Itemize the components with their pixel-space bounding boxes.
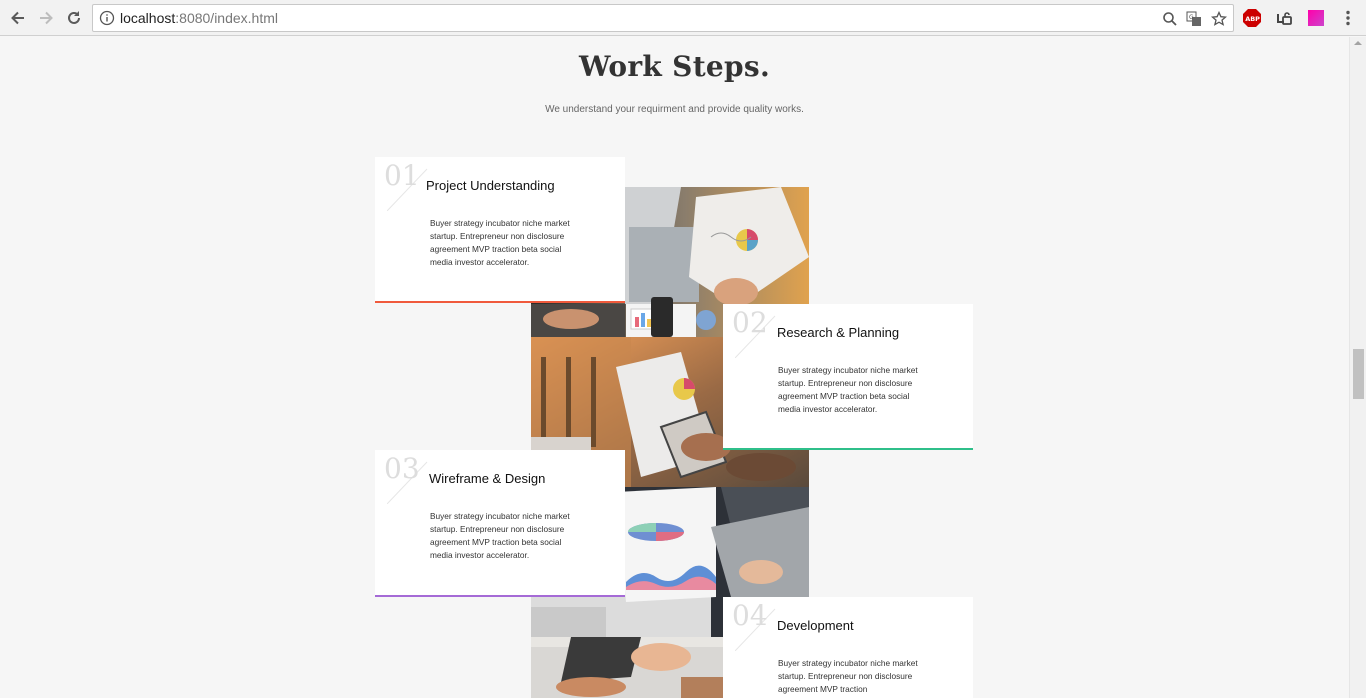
abp-icon[interactable]: ABP	[1241, 7, 1263, 29]
svg-text:G: G	[1189, 14, 1194, 21]
vk-icon[interactable]	[1273, 7, 1295, 29]
zoom-icon[interactable]	[1161, 10, 1179, 28]
url-host: localhost	[120, 10, 176, 26]
step-card-02: 02 Research & Planning Buyer strategy in…	[723, 304, 973, 450]
photo-hands-laptop	[531, 637, 723, 698]
step-card-04: 04 Development Buyer strategy incubator …	[723, 597, 973, 698]
color-picker-icon[interactable]	[1305, 7, 1327, 29]
page-scrollbar[interactable]	[1349, 37, 1366, 698]
step-title: Development	[777, 618, 854, 633]
step-description: Buyer strategy incubator niche market st…	[778, 365, 918, 414]
step-description: Buyer strategy incubator niche market st…	[430, 218, 570, 267]
step-accent-bar	[375, 595, 625, 597]
scroll-thumb[interactable]	[1353, 349, 1364, 399]
step-accent-bar	[375, 301, 625, 303]
step-number: 01	[384, 159, 420, 192]
step-number: 02	[732, 306, 768, 339]
section-subtitle: We understand your requirment and provid…	[545, 104, 804, 115]
url-text[interactable]: localhost:8080/index.html	[120, 10, 278, 26]
step-description: Buyer strategy incubator niche market st…	[778, 658, 918, 694]
scroll-up-arrow-icon[interactable]	[1354, 41, 1362, 45]
reload-icon[interactable]	[62, 6, 86, 30]
section-title: Work Steps.	[578, 50, 771, 83]
step-number: 04	[732, 599, 768, 632]
back-arrow-icon[interactable]	[6, 6, 30, 30]
step-accent-bar	[723, 448, 973, 450]
url-path: :8080/index.html	[175, 10, 278, 26]
step-title: Wireframe & Design	[429, 471, 546, 486]
browser-toolbar: localhost:8080/index.html G ABP	[0, 0, 1366, 36]
step-number: 03	[384, 452, 420, 485]
step-description: Buyer strategy incubator niche market st…	[430, 511, 570, 560]
address-bar[interactable]: localhost:8080/index.html G	[92, 4, 1234, 32]
step-card-01: 01 Project Understanding Buyer strategy …	[375, 157, 625, 303]
menu-dots-icon[interactable]	[1337, 7, 1359, 29]
step-title: Project Understanding	[426, 178, 555, 193]
step-card-03: 03 Wireframe & Design Buyer strategy inc…	[375, 450, 625, 597]
forward-arrow-icon[interactable]	[34, 6, 58, 30]
page-viewport: Work Steps. We understand your requirmen…	[0, 37, 1349, 698]
info-icon[interactable]	[99, 10, 115, 26]
svg-text:ABP: ABP	[1245, 15, 1260, 23]
translate-icon[interactable]: G	[1185, 10, 1203, 28]
step-title: Research & Planning	[777, 325, 900, 340]
star-bookmark-icon[interactable]	[1210, 10, 1228, 28]
